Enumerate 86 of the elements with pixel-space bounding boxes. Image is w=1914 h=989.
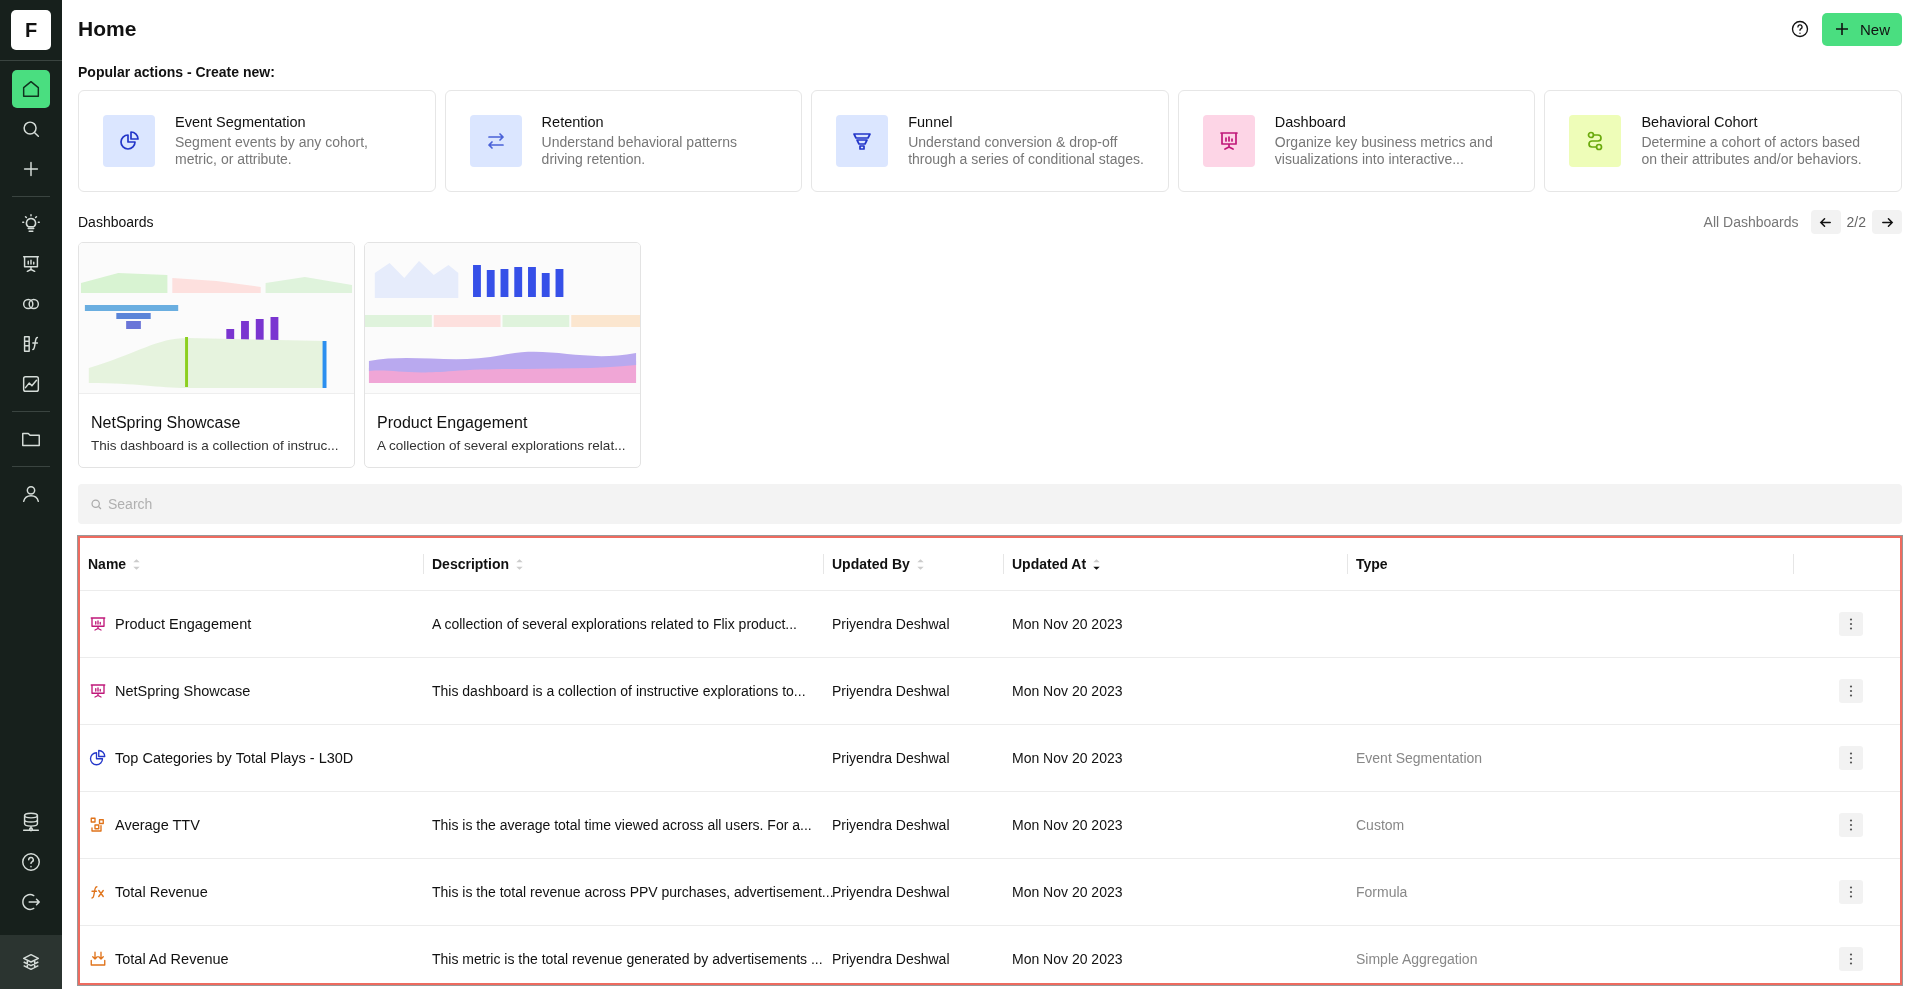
updated-at-cell: Mon Nov 20 2023 (1012, 616, 1123, 632)
updated-by-cell: Priyendra Deshwal (832, 750, 950, 766)
description-cell: This dashboard is a collection of instructive explorations to... (432, 683, 806, 699)
create-card[interactable]: Behavioral Cohort Determine a cohort of actors based on their attributes and/or behaviors. (1544, 90, 1902, 192)
description-cell: This is the average total time viewed across all users. For a... (432, 817, 812, 833)
new-button[interactable]: New (1822, 12, 1902, 46)
card-description: Segment events by any cohort, metric, or attribute. (175, 134, 369, 168)
presentation-board-icon (89, 615, 107, 633)
formula-icon (89, 883, 107, 901)
updated-by-cell: Priyendra Deshwal (832, 884, 950, 900)
home-icon[interactable] (12, 70, 50, 108)
updated-at-cell: Mon Nov 20 2023 (1012, 817, 1123, 833)
updated-by-cell: Priyendra Deshwal (832, 817, 950, 833)
card-title: Event Segmentation (175, 114, 307, 131)
more-icon (1849, 684, 1853, 698)
updated-by-cell: Priyendra Deshwal (832, 951, 950, 967)
all-dashboards-link[interactable]: All Dashboards (1703, 214, 1799, 230)
updated-at-cell: Mon Nov 20 2023 (1012, 683, 1123, 699)
item-name[interactable]: Total Ad Revenue (115, 951, 229, 967)
column-header[interactable]: Updated At (1012, 556, 1087, 572)
search-icon (90, 498, 103, 511)
column-header[interactable]: Type (1356, 556, 1388, 572)
connected-nodes-icon (1569, 115, 1622, 167)
more-icon (1849, 751, 1853, 765)
blocks-icon (89, 816, 107, 834)
create-card[interactable]: Funnel Understand conversion & drop-off through a series of conditional stages. (811, 90, 1169, 192)
help-icon[interactable] (1790, 19, 1810, 39)
item-name[interactable]: Average TTV (115, 817, 200, 833)
sort-descending-icon[interactable] (1092, 556, 1102, 572)
create-card[interactable]: Retention Understand behavioral patterns driving retention. (444, 90, 803, 192)
dashboard-card[interactable]: NetSpring Showcase This dashboard is a collection of instruc... (78, 242, 355, 468)
more-icon (1849, 818, 1853, 832)
item-name[interactable]: Top Categories by Total Plays - L30D (115, 750, 354, 766)
dashboard-title: NetSpring Showcase (91, 414, 242, 432)
swap-arrows-icon (469, 115, 522, 167)
more-icon (1849, 885, 1853, 899)
dashboard-title: Product Engagement (377, 414, 529, 432)
type-cell: Custom (1356, 817, 1405, 833)
description-cell: This is the total revenue across PPV purchases, advertisement... (432, 884, 834, 900)
card-description: Organize key business metrics and visualizations into interactive... (1274, 134, 1494, 168)
card-description: Understand conversion & drop-off through a series of conditional stages. (908, 134, 1145, 168)
card-title: Dashboard (1274, 114, 1347, 131)
description-cell: This metric is the total revenue generated by advertisements ... (432, 951, 823, 967)
more-icon (1849, 617, 1853, 631)
card-title: Behavioral Cohort (1641, 114, 1759, 131)
more-icon (1849, 952, 1853, 966)
plus-icon (1834, 21, 1850, 37)
dashboard-card[interactable]: Product Engagement A collection of several explorations relat... (364, 242, 641, 468)
updated-at-cell: Mon Nov 20 2023 (1012, 750, 1123, 766)
create-card[interactable]: Dashboard Organize key business metrics and visualizations into interactive... (1177, 90, 1536, 192)
column-header[interactable]: Description (432, 556, 509, 572)
section-title: Popular actions - Create new: (78, 64, 276, 80)
updated-at-cell: Mon Nov 20 2023 (1012, 884, 1123, 900)
card-description: Determine a cohort of actors based on their attributes and/or behaviors. (1641, 134, 1863, 168)
card-title: Retention (541, 114, 605, 131)
updated-by-cell: Priyendra Deshwal (832, 683, 950, 699)
section-title: Dashboards (78, 214, 154, 230)
column-header[interactable]: Updated By (832, 556, 910, 572)
app-logo[interactable]: F (11, 10, 51, 50)
previous-page-button[interactable] (1810, 210, 1841, 234)
page-title: Home (78, 17, 137, 41)
dashboard-description: This dashboard is a collection of instruc... (91, 438, 340, 453)
updated-by-cell: Priyendra Deshwal (832, 616, 950, 632)
type-cell: Event Segmentation (1356, 750, 1483, 766)
page-indicator: 2/2 (1846, 214, 1866, 230)
pie-chart-icon (103, 115, 155, 167)
type-cell: Simple Aggregation (1356, 951, 1478, 967)
card-description: Understand behavioral patterns driving retention. (541, 134, 738, 168)
next-page-button[interactable] (1872, 210, 1902, 234)
brand-logo-icon[interactable] (20, 951, 42, 973)
presentation-board-icon (89, 682, 107, 700)
column-header[interactable]: Name (88, 556, 127, 572)
item-name[interactable]: NetSpring Showcase (115, 683, 251, 699)
item-name[interactable]: Total Revenue (115, 884, 208, 900)
card-title: Funnel (908, 114, 954, 131)
item-name[interactable]: Product Engagement (115, 616, 252, 632)
create-card[interactable]: Event Segmentation Segment events by any cohort, metric, or attribute. (78, 90, 436, 192)
updated-at-cell: Mon Nov 20 2023 (1012, 951, 1123, 967)
description-cell: A collection of several explorations related to Flix product... (432, 616, 797, 632)
pie-chart-icon (89, 749, 107, 767)
type-cell: Formula (1356, 884, 1408, 900)
search-field[interactable]: Search (78, 484, 1902, 524)
funnel-icon (836, 115, 889, 167)
sum-arrows-icon (89, 950, 107, 968)
dashboard-description: A collection of several explorations relat... (377, 438, 627, 453)
presentation-board-icon (1202, 115, 1255, 167)
